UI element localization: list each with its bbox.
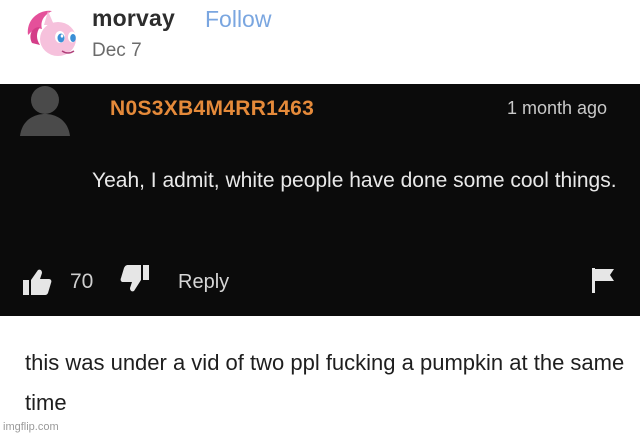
comment-text: Yeah, I admit, white people have done so… [92,169,617,192]
default-user-silhouette-icon[interactable] [18,84,72,136]
thumbs-down-icon[interactable] [118,264,150,294]
thumbs-up-icon[interactable] [22,268,52,296]
post-date: Dec 7 [92,40,142,61]
youtube-comment-screenshot: N0S3XB4M4RR1463 1 month ago Yeah, I admi… [0,84,640,316]
post-caption: this was under a vid of two ppl fucking … [25,350,625,415]
pink-pony-avatar-icon[interactable] [22,5,80,63]
comment-timestamp: 1 month ago [507,98,608,118]
like-count: 70 [70,270,94,293]
post-header: morvay Follow Dec 7 [0,0,640,84]
post-username[interactable]: morvay [92,5,175,32]
comment-author[interactable]: N0S3XB4M4RR1463 [110,97,314,121]
imgflip-watermark: imgflip.com [3,421,59,433]
follow-button[interactable]: Follow [205,6,271,33]
flag-icon[interactable] [590,266,616,294]
reply-button[interactable]: Reply [178,271,229,294]
